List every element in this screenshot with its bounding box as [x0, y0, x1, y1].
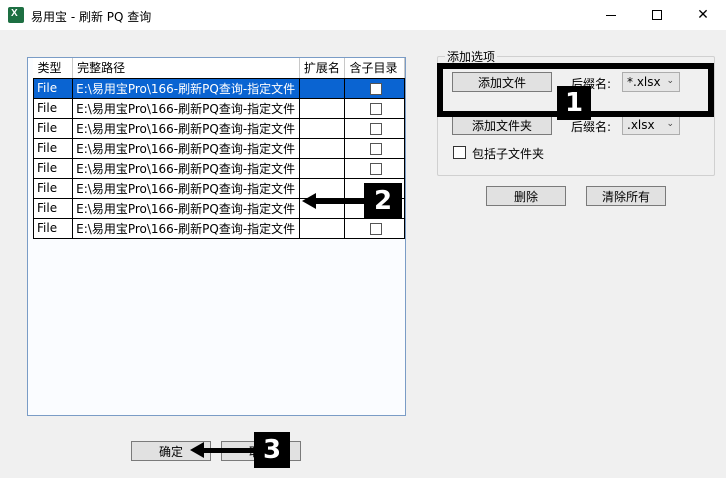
include-subfolder-checkbox[interactable] [453, 146, 466, 159]
minimize-icon [606, 14, 616, 16]
subdir-checkbox[interactable] [370, 122, 383, 135]
table-row[interactable]: File E:\易用宝Pro\166-刷新PQ查询-指定文件 [32, 217, 405, 239]
cell-subdir [344, 217, 405, 239]
cell-path: E:\易用宝Pro\166-刷新PQ查询-指定文件 [72, 97, 300, 119]
suffix-select-folder-value: .xlsx [627, 118, 655, 132]
cell-type: File [32, 97, 74, 119]
cell-path: E:\易用宝Pro\166-刷新PQ查询-指定文件 [72, 137, 300, 159]
annotation-badge-2: 2 [364, 183, 402, 219]
delete-button[interactable]: 删除 [486, 186, 566, 206]
chevron-down-icon: ⌄ [666, 119, 674, 129]
cell-path: E:\易用宝Pro\166-刷新PQ查询-指定文件 [72, 177, 300, 199]
annotation-badge-1: 1 [557, 86, 591, 120]
cell-extension [298, 157, 346, 179]
subdir-checkbox[interactable] [370, 222, 383, 235]
table-row[interactable]: File E:\易用宝Pro\166-刷新PQ查询-指定文件 [32, 157, 405, 179]
maximize-icon [652, 10, 662, 20]
include-subfolder-label: 包括子文件夹 [472, 147, 545, 161]
cell-path: E:\易用宝Pro\166-刷新PQ查询-指定文件 [72, 117, 300, 139]
cell-extension [298, 77, 346, 99]
table-row[interactable]: File E:\易用宝Pro\166-刷新PQ查询-指定文件 [32, 137, 405, 159]
cell-path: E:\易用宝Pro\166-刷新PQ查询-指定文件 [72, 197, 300, 219]
file-list[interactable]: 类型 完整路径 扩展名 含子目录 File E:\易用宝Pro\166-刷新PQ查… [27, 57, 406, 416]
maximize-button[interactable] [634, 0, 680, 30]
excel-app-icon [8, 7, 24, 23]
cell-type: File [32, 217, 74, 239]
subdir-checkbox[interactable] [370, 102, 383, 115]
column-header-extension[interactable]: 扩展名 [299, 58, 346, 79]
cell-extension [298, 97, 346, 119]
annotation-arrow-2 [302, 193, 364, 209]
close-icon: ✕ [697, 7, 709, 23]
table-row[interactable]: File E:\易用宝Pro\166-刷新PQ查询-指定文件 [32, 97, 405, 119]
cell-subdir [344, 157, 405, 179]
window-title: 易用宝 - 刷新 PQ 查询 [31, 10, 152, 24]
cell-extension [298, 217, 346, 239]
column-header-path[interactable]: 完整路径 [72, 58, 300, 79]
cell-type: File [32, 197, 74, 219]
title-bar: 易用宝 - 刷新 PQ 查询 ✕ [0, 0, 726, 30]
close-button[interactable]: ✕ [680, 0, 726, 30]
table-row[interactable]: File E:\易用宝Pro\166-刷新PQ查询-指定文件 [32, 177, 405, 199]
cell-type: File [32, 177, 74, 199]
annotation-arrow-3 [190, 442, 254, 458]
cell-subdir [344, 117, 405, 139]
cell-extension [298, 117, 346, 139]
suffix-label-folder: 后缀名: [571, 120, 612, 134]
cell-type: File [32, 117, 74, 139]
cell-path: E:\易用宝Pro\166-刷新PQ查询-指定文件 [72, 217, 300, 239]
minimize-button[interactable] [588, 0, 634, 30]
cell-subdir [344, 97, 405, 119]
table-row[interactable]: File E:\易用宝Pro\166-刷新PQ查询-指定文件 [32, 77, 405, 99]
cell-type: File [32, 77, 74, 99]
table-header-row: 类型 完整路径 扩展名 含子目录 [33, 58, 405, 79]
file-table: 类型 完整路径 扩展名 含子目录 File E:\易用宝Pro\166-刷新PQ查… [32, 58, 405, 239]
cell-path: E:\易用宝Pro\166-刷新PQ查询-指定文件 [72, 157, 300, 179]
cell-subdir [344, 137, 405, 159]
subdir-checkbox[interactable] [370, 162, 383, 175]
cell-subdir [344, 77, 405, 99]
subdir-checkbox[interactable] [370, 82, 383, 95]
column-header-type[interactable]: 类型 [33, 58, 74, 79]
cell-path: E:\易用宝Pro\166-刷新PQ查询-指定文件 [72, 77, 300, 99]
cell-type: File [32, 137, 74, 159]
table-row[interactable]: File E:\易用宝Pro\166-刷新PQ查询-指定文件 [32, 117, 405, 139]
annotation-badge-3: 3 [254, 432, 290, 468]
subdir-checkbox[interactable] [370, 142, 383, 155]
add-folder-button[interactable]: 添加文件夹 [452, 115, 552, 135]
column-header-subdir[interactable]: 含子目录 [344, 58, 405, 79]
clear-all-button[interactable]: 清除所有 [586, 186, 666, 206]
suffix-select-folder[interactable]: .xlsx ⌄ [622, 115, 680, 135]
cell-extension [298, 137, 346, 159]
cell-type: File [32, 157, 74, 179]
